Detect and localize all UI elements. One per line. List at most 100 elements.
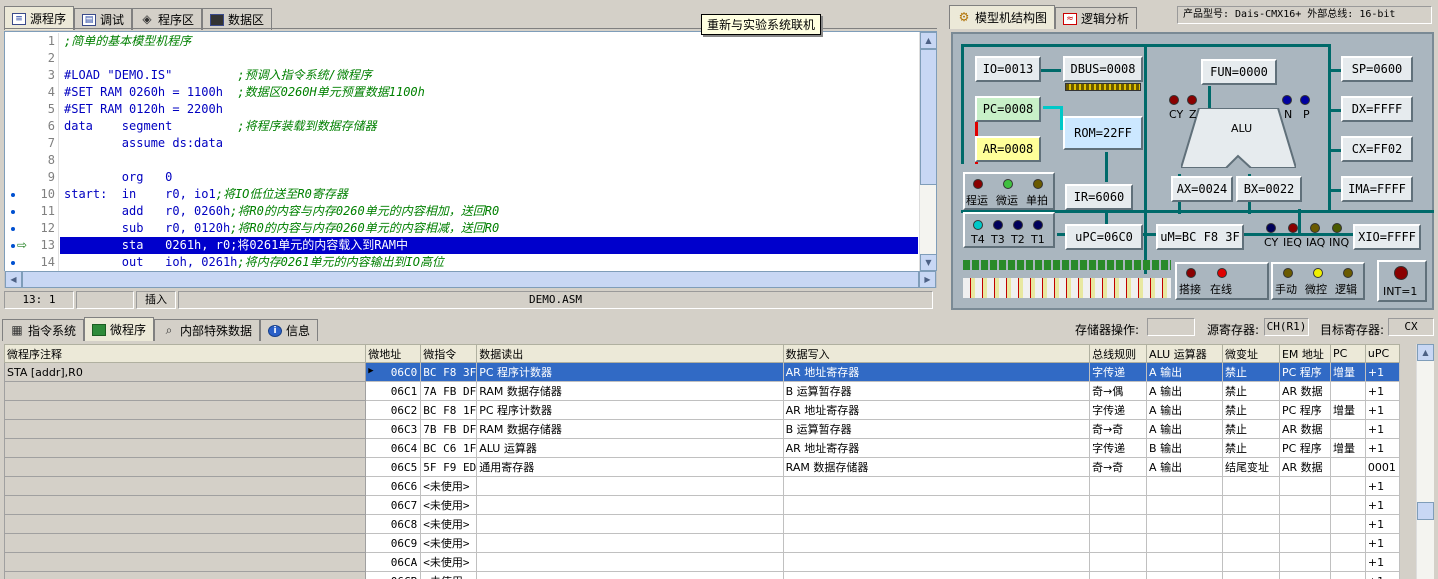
code-line[interactable]: sub r0, 0120h;将R0的内容与内存0260单元的内容相减，送回R0 bbox=[60, 220, 918, 237]
column-header[interactable]: PC bbox=[1329, 344, 1366, 363]
tab-info[interactable]: i 信息 bbox=[260, 319, 319, 341]
model-tabbar: ⚙ 模型机结构图 ≈ 逻辑分析 bbox=[949, 5, 1138, 29]
tab-logic[interactable]: ≈ 逻辑分析 bbox=[1055, 7, 1138, 29]
editor-vertical-scrollbar[interactable]: ▲ ▼ bbox=[919, 32, 936, 271]
hscroll-thumb[interactable] bbox=[22, 271, 919, 288]
um-register: uM=BC F8 3F bbox=[1156, 224, 1244, 250]
logic-button[interactable]: 逻辑 bbox=[1335, 281, 1357, 297]
breakpoint-marker[interactable] bbox=[11, 193, 15, 197]
column-header[interactable]: 数据读出 bbox=[476, 344, 784, 363]
column-header[interactable]: 微指令 bbox=[420, 344, 478, 363]
table-row[interactable]: 06C4 BC C6 1F ALU 运算器 AR 地址寄存器 字传递 B 输出 禁止 PC 程… bbox=[4, 438, 1400, 458]
table-cell: ▶ 06C0 bbox=[365, 362, 422, 382]
column-header[interactable]: ALU 运算器 bbox=[1146, 344, 1223, 363]
table-row[interactable]: 06C5 5F F9 ED 通用寄存器 RAM 数据存储器 奇→奇 A 输出 结尾变址 AR … bbox=[4, 457, 1400, 477]
table-cell: <未使用> bbox=[420, 552, 478, 572]
run-mode-step[interactable]: 单拍 bbox=[1026, 192, 1048, 208]
code-line[interactable]: #LOAD "DEMO.IS" ;预调入指令系统/微程序 bbox=[60, 67, 918, 84]
xio-register: XIO=FFFF bbox=[1353, 224, 1421, 250]
code-line[interactable] bbox=[60, 152, 918, 169]
tab-instruction-set[interactable]: ▦ 指令系统 bbox=[2, 319, 85, 341]
connect-button[interactable]: 搭接 bbox=[1179, 281, 1201, 297]
code-line[interactable]: out ioh, 0261h;将内存0261单元的内容输出到IO高位 bbox=[60, 254, 918, 271]
scroll-left-button[interactable]: ◀ bbox=[5, 271, 22, 288]
breakpoint-marker[interactable] bbox=[11, 261, 15, 265]
src-reg-label: 源寄存器: bbox=[1207, 323, 1260, 337]
breakpoint-marker[interactable] bbox=[11, 244, 15, 248]
scroll-down-button[interactable]: ▼ bbox=[920, 254, 936, 271]
tab-debug[interactable]: ▤ 调试 bbox=[74, 8, 133, 30]
breakpoint-marker[interactable] bbox=[11, 227, 15, 231]
code-line[interactable] bbox=[60, 50, 918, 67]
dbus-register: DBUS=0008 bbox=[1063, 56, 1143, 82]
current-line-arrow-icon: ⇨ bbox=[17, 238, 28, 252]
table-cell bbox=[1278, 476, 1331, 496]
model-diagram: IO=0013 DBUS=0008 FUN=0000 SP=0600 PC=00… bbox=[951, 32, 1434, 310]
table-cell bbox=[476, 514, 784, 534]
table-row[interactable]: 06CB<未使用> +1 bbox=[4, 571, 1400, 579]
column-header[interactable]: 总线规则 bbox=[1089, 344, 1148, 363]
column-header[interactable]: 数据写入 bbox=[782, 344, 1091, 363]
fun-register: FUN=0000 bbox=[1201, 59, 1277, 85]
table-cell: <未使用> bbox=[420, 514, 478, 534]
tab-model[interactable]: ⚙ 模型机结构图 bbox=[949, 5, 1056, 29]
code-line[interactable]: start: in r0, io1;将IO低位送至R0寄存器 bbox=[60, 186, 918, 203]
column-header[interactable]: uPC bbox=[1364, 344, 1400, 363]
code-line[interactable]: add r0, 0260h;将R0的内容与内存0260单元的内容相加，送回R0 bbox=[60, 203, 918, 220]
table-row[interactable]: 06C6 <未使用> +1 bbox=[4, 476, 1400, 496]
table-row[interactable]: 06C2 BC F8 1F PC 程序计数器 AR 地址寄存器 字传递 A 输出 禁止 PC … bbox=[4, 400, 1400, 420]
table-cell: 奇→奇 bbox=[1089, 419, 1148, 439]
table-row[interactable]: STA [addr],R0 ▶ 06C0 BC F8 3F PC 程序计数器 AR 地址寄… bbox=[4, 362, 1400, 382]
table-row[interactable]: 06CA <未使用> +1 bbox=[4, 552, 1400, 572]
code-line[interactable]: sta 0261h, r0;将0261单元的内容载入到RAM中 bbox=[60, 237, 918, 254]
micro-control-button[interactable]: 微控 bbox=[1305, 281, 1327, 297]
column-header[interactable]: 微地址 bbox=[365, 344, 422, 363]
tab-microprogram[interactable]: 微程序 bbox=[84, 317, 155, 341]
table-row[interactable]: 06C8 <未使用> +1 bbox=[4, 514, 1400, 534]
info-icon: i bbox=[268, 324, 283, 337]
editor-horizontal-scrollbar[interactable]: ◀ ▶ bbox=[4, 271, 937, 288]
current-microaddress-arrow-icon: ▶ bbox=[368, 365, 374, 376]
run-mode-micro[interactable]: 微运 bbox=[996, 192, 1018, 208]
code-line[interactable]: ;简单的基本模型机程序 bbox=[60, 33, 918, 50]
code-line[interactable]: data segment ;将程序装载到数据存储器 bbox=[60, 118, 918, 135]
table-cell: A 输出 bbox=[1146, 419, 1223, 439]
scroll-thumb[interactable] bbox=[920, 49, 936, 185]
table-cell: 06C3 bbox=[365, 419, 422, 439]
microprogram-table[interactable]: 微程序注释 微地址 微指令 数据读出 数据写入 总线规则 ALU 运算器 微变址 EM 地址 PC… bbox=[4, 344, 1400, 579]
product-info: 产品型号: Dais-CMX16+ 外部总线: 16-bit bbox=[1177, 6, 1432, 24]
scroll-up-button[interactable]: ▲ bbox=[920, 32, 936, 49]
code-line[interactable]: #SET RAM 0120h = 2200h bbox=[60, 101, 918, 118]
table-row[interactable]: 06C3 7B FB DF RAM 数据存储器 B 运算暂存器 奇→奇 A 输出 禁止 AR … bbox=[4, 419, 1400, 439]
dst-reg-label: 目标寄存器: bbox=[1320, 323, 1385, 337]
breakpoint-marker[interactable] bbox=[11, 210, 15, 214]
tab-data[interactable]: 数据区 bbox=[202, 8, 273, 30]
tab-source[interactable]: ≡ 源程序 bbox=[4, 6, 75, 30]
column-header[interactable]: EM 地址 bbox=[1278, 344, 1331, 363]
table-cell bbox=[1329, 476, 1366, 496]
table-vertical-scrollbar[interactable]: ▲ bbox=[1416, 344, 1434, 579]
online-button[interactable]: 在线 bbox=[1210, 281, 1232, 297]
table-cell bbox=[1222, 476, 1280, 496]
manual-button[interactable]: 手动 bbox=[1275, 281, 1297, 297]
table-cell: 5F F9 ED bbox=[420, 457, 478, 477]
table-scroll-up[interactable]: ▲ bbox=[1417, 344, 1434, 361]
table-cell bbox=[476, 571, 784, 579]
table-cell: BC F8 3F bbox=[420, 362, 478, 382]
code-line[interactable]: assume ds:data bbox=[60, 135, 918, 152]
column-header[interactable]: 微变址 bbox=[1222, 344, 1280, 363]
tab-program[interactable]: ◈ 程序区 bbox=[132, 8, 203, 30]
run-mode-program[interactable]: 程运 bbox=[966, 192, 988, 208]
scroll-right-button[interactable]: ▶ bbox=[919, 271, 936, 288]
table-cell: +1 bbox=[1364, 552, 1400, 572]
table-scroll-thumb[interactable] bbox=[1417, 502, 1434, 520]
column-header[interactable]: 微程序注释 bbox=[4, 344, 367, 363]
code-line[interactable]: #SET RAM 0260h = 1100h ;数据区0260H单元预置数据11… bbox=[60, 84, 918, 101]
table-row[interactable]: 06C1 7A FB DF RAM 数据存储器 B 运算暂存器 奇→偶 A 输出 禁止 AR … bbox=[4, 381, 1400, 401]
tab-internal-data[interactable]: ⌕ 内部特殊数据 bbox=[154, 319, 261, 341]
table-row[interactable]: 06C9 <未使用> +1 bbox=[4, 533, 1400, 553]
code-line[interactable]: org 0 bbox=[60, 169, 918, 186]
code-editor[interactable]: 1 ;简单的基本模型机程序 2 3 #LOAD "DEMO.IS" ;预调入指令系统/微… bbox=[4, 31, 937, 272]
table-cell bbox=[1146, 495, 1223, 515]
table-row[interactable]: 06C7 <未使用> +1 bbox=[4, 495, 1400, 515]
